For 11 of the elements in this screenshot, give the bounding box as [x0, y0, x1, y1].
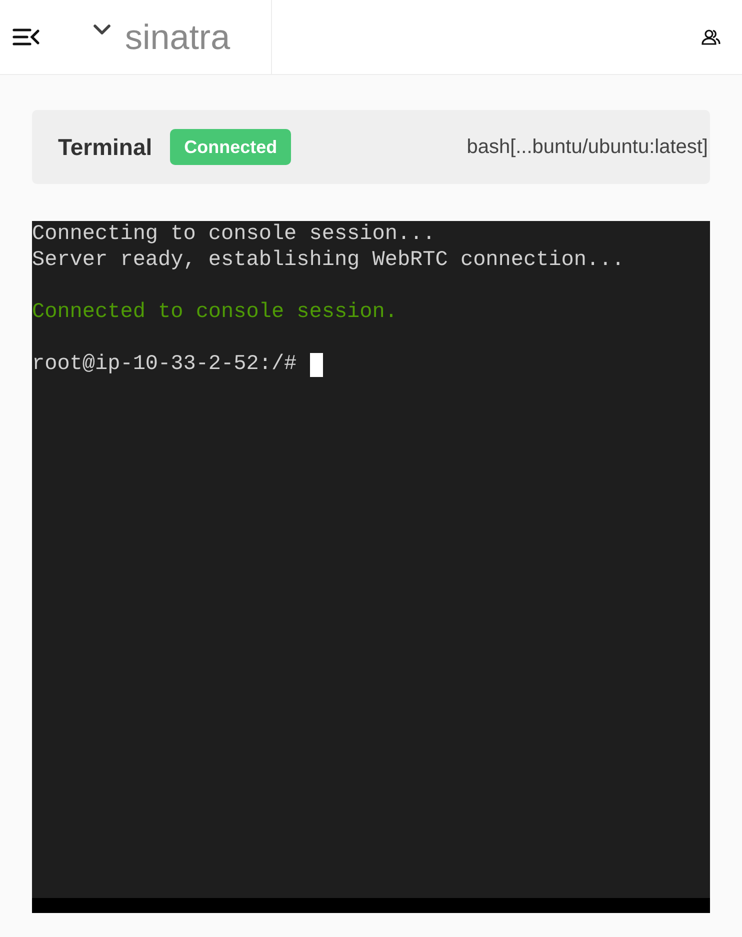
card-title: Terminal	[58, 132, 152, 162]
console-line: Connected to console session.	[32, 300, 398, 326]
status-badge: Connected	[170, 129, 292, 165]
chevron-down-icon[interactable]	[92, 23, 112, 37]
container-name: bash[...buntu/ubuntu:latest]	[466, 135, 708, 160]
terminal-console[interactable]: Connecting to console session... Server ready, establishing WebRTC connection... Connected to console session. root@ip-10-33-2-52:/#	[32, 221, 710, 913]
shell-prompt: root@ip-10-33-2-52:/#	[32, 352, 297, 378]
console-line: Server ready, establishing WebRTC connection...	[32, 248, 624, 274]
console-line: Connecting to console session...	[32, 222, 436, 248]
menu-collapse-icon[interactable]	[12, 27, 40, 47]
users-icon[interactable]	[701, 28, 721, 46]
